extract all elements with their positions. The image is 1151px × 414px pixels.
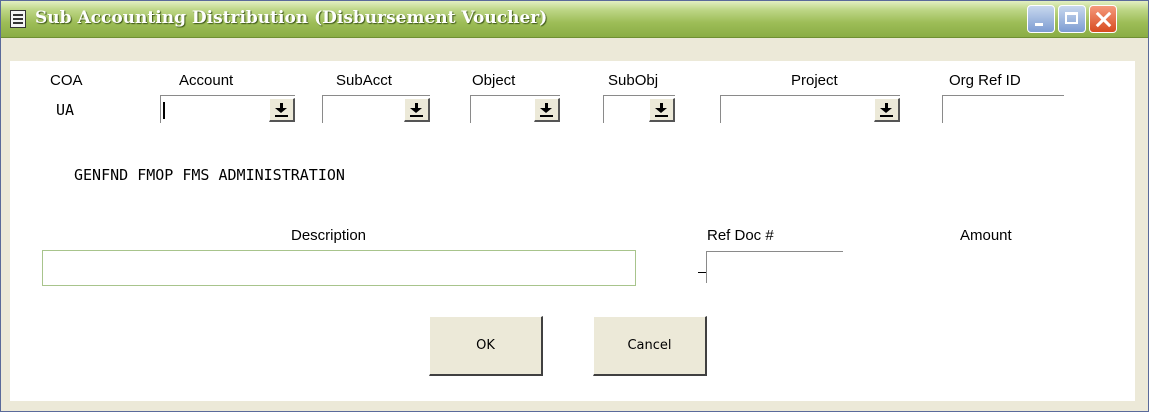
- org-ref-id-field[interactable]: [942, 95, 1064, 123]
- account-combo[interactable]: [160, 95, 295, 123]
- coa-value: UA: [56, 101, 75, 119]
- project-combo[interactable]: [720, 95, 900, 123]
- document-icon: [10, 10, 26, 28]
- account-label: Account: [179, 72, 234, 89]
- form-panel: COA Account SubAcct Object SubObj Projec…: [10, 61, 1135, 401]
- subobj-dropdown-arrow-icon[interactable]: [649, 98, 675, 122]
- subacct-combo[interactable]: [322, 95, 430, 123]
- coa-label: COA: [50, 72, 83, 89]
- project-label: Project: [791, 72, 838, 89]
- project-dropdown-arrow-icon[interactable]: [874, 98, 900, 122]
- subobj-combo[interactable]: [603, 95, 675, 123]
- object-label: Object: [472, 72, 516, 89]
- subacct-label: SubAcct: [336, 72, 392, 89]
- amount-label: Amount: [960, 227, 1012, 244]
- dialog-window: Sub Accounting Distribution (Disbursemen…: [0, 0, 1149, 412]
- subobj-label: SubObj: [608, 72, 659, 89]
- minimize-icon[interactable]: [1027, 5, 1055, 33]
- org-ref-id-label: Org Ref ID: [949, 72, 1021, 89]
- account-description: GENFND FMOP FMS ADMINISTRATION: [74, 166, 345, 184]
- object-dropdown-arrow-icon[interactable]: [534, 98, 560, 122]
- description-field[interactable]: [42, 250, 636, 286]
- ref-doc-field[interactable]: [706, 251, 843, 283]
- object-combo[interactable]: [470, 95, 560, 123]
- subacct-dropdown-arrow-icon[interactable]: [404, 98, 430, 122]
- ok-button[interactable]: OK: [429, 316, 543, 376]
- ref-doc-label: Ref Doc #: [707, 227, 774, 244]
- text-cursor: [163, 102, 165, 119]
- close-icon[interactable]: [1089, 5, 1117, 33]
- title-bar[interactable]: Sub Accounting Distribution (Disbursemen…: [1, 1, 1148, 38]
- description-label: Description: [291, 227, 367, 244]
- account-dropdown-arrow-icon[interactable]: [269, 98, 295, 122]
- window-title: Sub Accounting Distribution (Disbursemen…: [35, 8, 548, 28]
- cancel-button[interactable]: Cancel: [593, 316, 707, 376]
- maximize-icon[interactable]: [1058, 5, 1086, 33]
